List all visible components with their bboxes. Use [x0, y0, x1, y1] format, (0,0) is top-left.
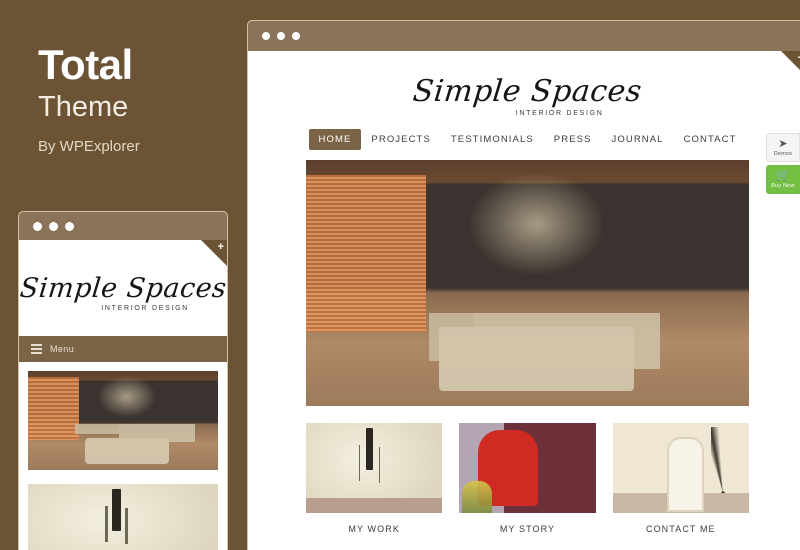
page-title: Total [38, 41, 133, 88]
desktop-mockup-window: + Simple Spaces INTERIOR DESIGN HOME PRO… [247, 20, 800, 550]
mobile-logo-name: Simple Spaces [18, 272, 228, 304]
desktop-logo-tagline: INTERIOR DESIGN [515, 110, 604, 117]
cart-icon: 🛒 [776, 170, 790, 182]
buy-now-button-label: Buy Now [771, 183, 795, 189]
nav-item-testimonials[interactable]: TESTIMONIALS [441, 129, 544, 150]
tile-my-story[interactable]: MY STORY [459, 423, 596, 534]
window-dot-close-icon[interactable] [33, 221, 42, 231]
nav-item-home[interactable]: HOME [308, 129, 362, 150]
mobile-expand-plus-icon[interactable]: + [218, 242, 224, 253]
buy-now-button[interactable]: 🛒 Buy Now [766, 165, 800, 194]
hero-section [248, 160, 800, 406]
desktop-site-logo: Simple Spaces INTERIOR DESIGN [248, 51, 800, 123]
tile-caption-my-story: MY STORY [499, 524, 556, 534]
floating-action-buttons: ➤ Demos 🛒 Buy Now [766, 133, 800, 194]
window-dot-close-icon[interactable] [262, 32, 270, 40]
site-navigation: HOME PROJECTS TESTIMONIALS PRESS JOURNAL… [248, 123, 800, 160]
mobile-menu-label: Menu [50, 344, 75, 354]
nav-item-press[interactable]: PRESS [544, 129, 602, 150]
chaise-lounge-image [306, 423, 443, 513]
tile-my-work[interactable]: MY WORK [306, 423, 443, 534]
mobile-living-room-thumbnail [28, 371, 218, 470]
demos-icon: ➤ [778, 138, 788, 150]
desktop-logo-name: Simple Spaces [411, 74, 644, 109]
desktop-viewport: + Simple Spaces INTERIOR DESIGN HOME PRO… [248, 51, 800, 550]
desktop-titlebar [248, 21, 800, 51]
mobile-mockup-window: + Simple Spaces INTERIOR DESIGN Menu [18, 211, 228, 550]
page-subtitle: Theme [38, 90, 129, 123]
demos-button[interactable]: ➤ Demos [766, 133, 800, 162]
hamburger-icon[interactable] [31, 344, 42, 354]
mobile-titlebar [19, 212, 227, 240]
author-byline: By WPExplorer [38, 138, 140, 156]
window-dot-maximize-icon[interactable] [292, 32, 300, 40]
mobile-site-logo: Simple Spaces INTERIOR DESIGN [19, 240, 227, 336]
tile-contact-me[interactable]: CONTACT ME [612, 423, 749, 534]
promo-block: Total Theme By WPExplorer [38, 41, 238, 156]
tile-caption-my-work: MY WORK [348, 524, 400, 534]
mobile-menu-bar[interactable]: Menu [19, 336, 227, 362]
red-armchair-image [459, 423, 596, 513]
tile-caption-contact-me: CONTACT ME [645, 524, 716, 534]
nav-item-contact[interactable]: CONTACT [674, 129, 747, 150]
mobile-viewport: + Simple Spaces INTERIOR DESIGN Menu [19, 240, 227, 550]
nav-item-projects[interactable]: PROJECTS [361, 129, 440, 150]
white-chair-image [612, 423, 749, 513]
mobile-chaise-thumbnail [28, 484, 218, 550]
demos-button-label: Demos [773, 151, 793, 157]
window-dot-maximize-icon[interactable] [65, 221, 74, 231]
mobile-logo-tagline: INTERIOR DESIGN [101, 304, 189, 312]
nav-item-journal[interactable]: JOURNAL [602, 129, 674, 150]
window-dot-minimize-icon[interactable] [277, 32, 285, 40]
hero-living-room-image [306, 160, 749, 406]
window-dot-minimize-icon[interactable] [49, 221, 58, 231]
mobile-screenshot-list [19, 362, 227, 550]
feature-tiles: MY WORK MY STORY CONTACT ME [248, 406, 800, 534]
